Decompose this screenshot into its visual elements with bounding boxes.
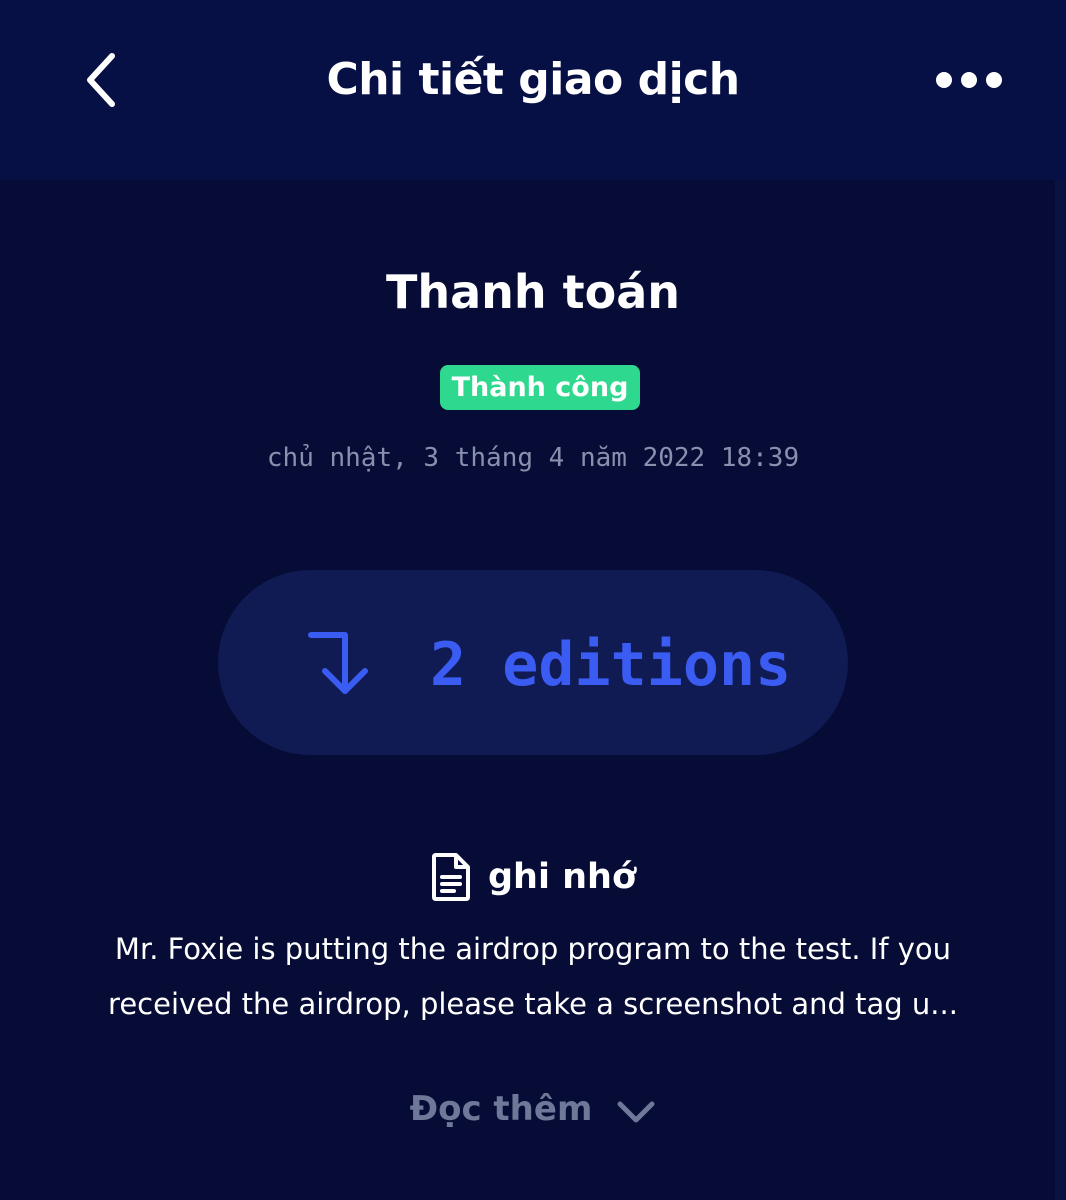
note-label: ghi nhớ xyxy=(487,857,637,897)
chevron-down-icon xyxy=(617,1101,655,1123)
read-more-button[interactable]: Đọc thêm xyxy=(0,1085,1066,1133)
more-options-button[interactable] xyxy=(924,55,1014,105)
arrow-turn-down-icon xyxy=(308,632,368,694)
more-horizontal-icon xyxy=(936,72,1002,88)
document-icon xyxy=(431,853,470,901)
amount-value: 2 editions xyxy=(430,630,792,700)
status-badge: Thành công xyxy=(440,365,640,410)
note-line: received the airdrop, please take a scre… xyxy=(108,987,958,1021)
page-title: Chi tiết giao dịch xyxy=(326,54,740,105)
transaction-type: Thanh toán xyxy=(385,265,681,319)
note-line: Mr. Foxie is putting the airdrop program… xyxy=(114,932,952,966)
note-text: Mr. Foxie is putting the airdrop program… xyxy=(40,922,1026,1032)
read-more-label: Đọc thêm xyxy=(409,1089,593,1129)
top-app-bar: Chi tiết giao dịch xyxy=(0,0,1066,180)
transaction-date: chủ nhật, 3 tháng 4 năm 2022 18:39 xyxy=(266,443,800,473)
scrollbar[interactable] xyxy=(1055,180,1066,1200)
note-header: ghi nhớ xyxy=(0,852,1066,902)
